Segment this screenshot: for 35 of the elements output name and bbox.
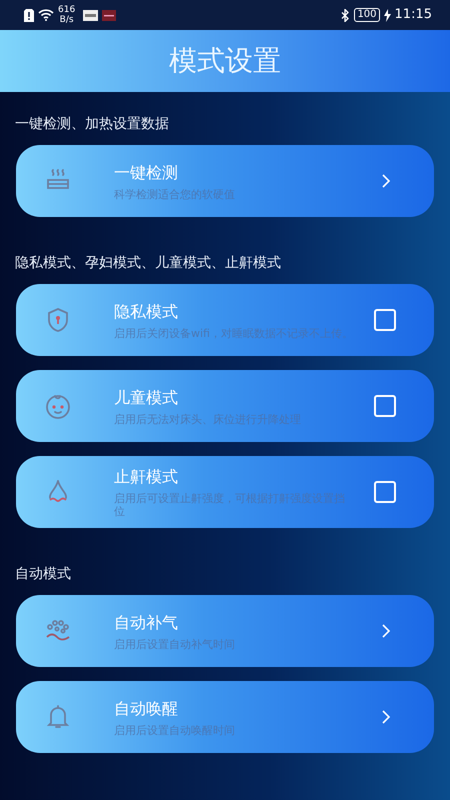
mode-card[interactable]: 一键检测 科学检测适合您的软硬值 — [16, 145, 434, 217]
charging-icon — [384, 8, 391, 22]
card-description: 科学检测适合您的软硬值 — [114, 188, 236, 200]
app-icon — [83, 10, 98, 20]
chevron-right-icon[interactable] — [380, 173, 392, 189]
checkbox[interactable] — [374, 395, 396, 417]
section-label: 自动模式 — [14, 565, 72, 584]
card-title: 一键检测 — [114, 162, 179, 184]
network-speed: 616 B/s — [58, 5, 76, 25]
card-title: 自动补气 — [114, 612, 179, 634]
app-icon — [102, 10, 116, 20]
clock: 11:15 — [394, 6, 432, 24]
battery-level: 100 — [354, 8, 380, 22]
bell-icon — [44, 703, 72, 731]
section-label: 一键检测、加热设置数据 — [14, 115, 170, 134]
chevron-right-icon[interactable] — [380, 623, 392, 639]
bluetooth-icon — [341, 8, 350, 22]
checkbox[interactable] — [374, 481, 396, 503]
baby-face-icon — [44, 392, 72, 420]
card-description: 启用后设置自动补气时间 — [114, 638, 236, 650]
card-title: 儿童模式 — [114, 386, 179, 408]
chevron-right-icon[interactable] — [380, 709, 392, 725]
card-title: 止鼾模式 — [114, 466, 179, 488]
card-description: 启用后设置自动唤醒时间 — [114, 724, 236, 736]
card-title: 隐私模式 — [114, 300, 179, 322]
mode-card[interactable]: 儿童模式 启用后无法对床头、床位进行升降处理 — [16, 370, 434, 442]
section-label: 隐私模式、孕妇模式、儿童模式、止鼾模式 — [14, 254, 282, 273]
mode-card[interactable]: 自动补气 启用后设置自动补气时间 — [16, 595, 434, 667]
page-title: 模式设置 — [169, 43, 281, 79]
card-title: 自动唤醒 — [114, 698, 179, 720]
mode-card[interactable]: 自动唤醒 启用后设置自动唤醒时间 — [16, 681, 434, 753]
sim-alert-icon — [24, 8, 34, 22]
card-description: 启用后无法对床头、床位进行升降处理 — [114, 412, 302, 426]
wifi-icon — [38, 9, 54, 21]
checkbox[interactable] — [374, 309, 396, 331]
